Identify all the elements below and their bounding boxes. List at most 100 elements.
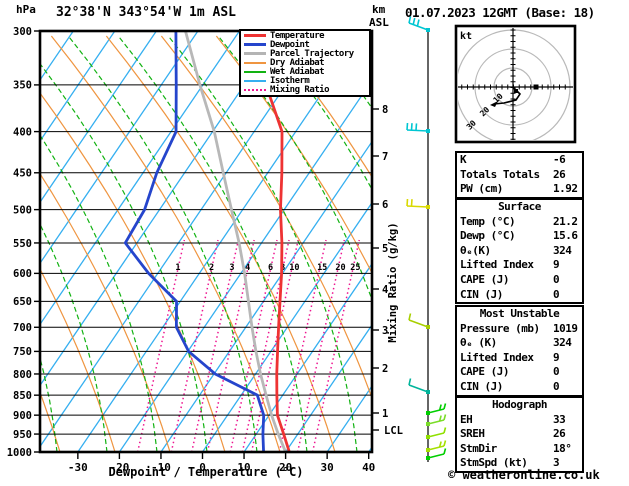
- wet-adiabat-line: [0, 36, 7, 452]
- pressure-tick-label: 650: [13, 296, 32, 308]
- stats-label: θₑ (K): [460, 336, 497, 350]
- copyright: © weatheronline.co.uk: [448, 468, 600, 482]
- stats-label: CAPE (J): [460, 365, 509, 379]
- right-axis-label: Mixing Ratio (g/kg): [387, 222, 399, 343]
- hodograph-unit-label: kt: [460, 31, 472, 42]
- stats-value: -6: [553, 153, 566, 166]
- stats-row: Lifted Index 9: [457, 258, 582, 273]
- stats-value: 18°: [553, 441, 572, 455]
- legend-swatch-temperature: [244, 34, 266, 38]
- pressure-tick-label: 500: [13, 204, 32, 216]
- stats-label: EH: [460, 412, 473, 426]
- wet-adiabat-line: [41, 64, 208, 451]
- mixing-ratio-label: 10: [289, 263, 299, 273]
- mixing-ratio-label: 15: [317, 263, 327, 273]
- pressure-tick-label: 450: [13, 168, 32, 180]
- stats-label: Dewp (°C): [460, 229, 516, 243]
- hodograph-storm-marker: [533, 84, 539, 90]
- stats-row: θₑ (K) 324: [457, 336, 582, 351]
- km-tick-label: 8: [382, 104, 388, 116]
- mixing-ratio-label: 20: [335, 263, 345, 273]
- stats-label: Lifted Index: [460, 350, 534, 364]
- stats-table-hodograph: Hodograph EH 33 SREH 26 StmDir 18° StmSpd (kt) 3: [455, 396, 584, 473]
- stats-value: 15.6: [553, 229, 578, 243]
- mixing-ratio-label: 25: [350, 263, 360, 273]
- pressure-tick-label: 350: [13, 80, 32, 92]
- wet-adiabat-line: [67, 35, 258, 451]
- stats-table-most-unstable: Most Unstable Pressure (mb) 1019 θₑ (K) 324 L…: [455, 305, 584, 397]
- stats-label: θₑ(K): [460, 243, 491, 257]
- stats-row: CAPE (J) 0: [457, 273, 582, 288]
- stats-row: PW (cm) 1.92: [457, 182, 582, 197]
- stats-row: Lifted Index 9: [457, 351, 582, 366]
- km-tick-label: 1: [382, 408, 388, 420]
- pressure-tick-label: 700: [13, 322, 32, 334]
- stats-label: CIN (J): [460, 379, 503, 393]
- legend-swatch-dry-adiabat: [244, 62, 266, 64]
- stats-row: θₑ(K) 324: [457, 244, 582, 259]
- stats-value: 9: [553, 350, 560, 364]
- stats-label: K: [460, 153, 467, 166]
- wind-barb: [408, 16, 430, 32]
- pressure-tick-label: 1000: [7, 447, 32, 459]
- stats-value: 1019: [553, 321, 578, 335]
- sounding-page: hPa 32°38'N 343°54'W 1m ASL km ASL 01.07…: [0, 0, 629, 486]
- wind-barb: [426, 440, 447, 452]
- wind-barb: [406, 122, 430, 133]
- legend-swatch-dewpoint: [244, 43, 266, 47]
- pressure-tick-label: 850: [13, 390, 32, 402]
- stats-table-header: Hodograph: [491, 398, 548, 411]
- stats-value: 324: [553, 336, 572, 350]
- wind-barb: [408, 378, 430, 394]
- lcl-label: LCL: [384, 425, 403, 437]
- pressure-tick-label: 950: [13, 429, 32, 441]
- stats-row: CIN (J) 0: [457, 288, 582, 303]
- stats-label: CIN (J): [460, 287, 503, 301]
- stats-label: Lifted Index: [460, 258, 534, 272]
- stats-label: Pressure (mb): [460, 321, 540, 335]
- stats-row: EH 33: [457, 413, 582, 428]
- stats-value: 1.92: [553, 182, 578, 196]
- wind-barb: [408, 313, 430, 329]
- stats-row: Pressure (mb) 1019: [457, 322, 582, 337]
- wind-barb: [406, 198, 430, 209]
- stats-value: 9: [553, 258, 560, 272]
- mixing-ratio-label: 4: [245, 263, 250, 273]
- stats-label: CAPE (J): [460, 272, 509, 286]
- mixing-ratio-label: 1: [175, 263, 180, 273]
- stats-table-header: Surface: [498, 200, 541, 213]
- stats-value: 21.2: [553, 214, 578, 228]
- stats-label: Totals Totals: [460, 167, 540, 181]
- legend-swatch-wet-adiabat: [244, 71, 266, 74]
- stats-label: PW (cm): [460, 182, 503, 196]
- legend-swatch-mixing-ratio: [244, 89, 266, 92]
- stats-row: Temp (°C) 21.2: [457, 215, 582, 230]
- stats-row: SREH 26: [457, 427, 582, 442]
- pressure-tick-label: 800: [13, 369, 32, 381]
- legend: Temperature Dewpoint Parcel Trajectory Dry …: [239, 29, 371, 97]
- stats-value: 0: [553, 365, 560, 379]
- wind-barb: [426, 427, 447, 439]
- dry-adiabat-line: [0, 36, 5, 452]
- stats-row: Dewp (°C) 15.6: [457, 229, 582, 244]
- stats-row: Totals Totals 26: [457, 168, 582, 183]
- stats-row: K -6: [457, 153, 582, 168]
- stats-label: SREH: [460, 427, 485, 441]
- stats-row: CIN (J) 0: [457, 380, 582, 395]
- mixing-ratio-label: 3: [229, 263, 234, 273]
- pressure-tick-label: 900: [13, 410, 32, 422]
- pressure-tick-label: 750: [13, 346, 32, 358]
- stats-label: Temp (°C): [460, 214, 516, 228]
- mixing-ratio-label: 6: [268, 263, 273, 273]
- stats-value: 33: [553, 412, 566, 426]
- stats-value: 0: [553, 287, 560, 301]
- mixing-ratio-label: 2: [209, 263, 214, 273]
- pressure-tick-label: 300: [13, 26, 32, 38]
- legend-swatch-parcel-trajectory: [244, 52, 266, 56]
- legend-item: Mixing Ratio: [241, 85, 369, 95]
- wind-barb: [426, 414, 447, 426]
- wind-barb: [426, 403, 447, 415]
- pressure-tick-label: 550: [13, 238, 32, 250]
- stats-value: 324: [553, 243, 572, 257]
- hodograph-area: 102030: [458, 28, 573, 140]
